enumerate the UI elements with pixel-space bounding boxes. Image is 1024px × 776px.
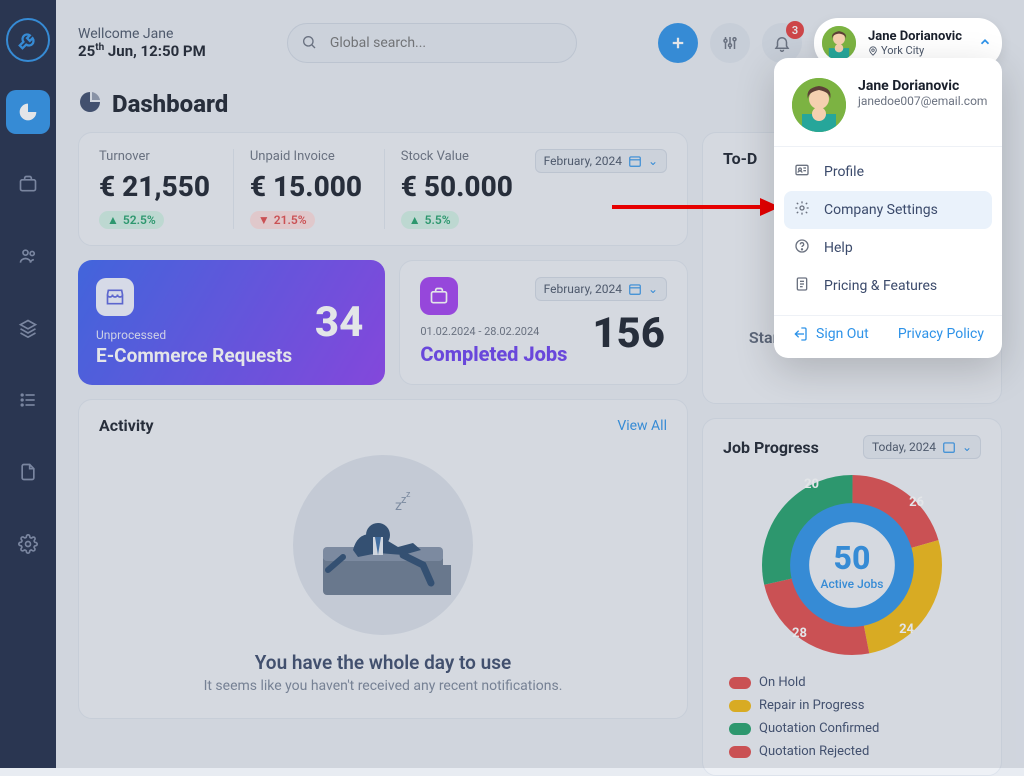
menu-company-settings[interactable]: Company Settings <box>784 191 992 229</box>
chevron-up-icon <box>978 34 992 53</box>
dashboard-icon <box>78 90 102 118</box>
document-icon <box>794 276 812 296</box>
donut-seg-4: 28 <box>792 626 807 641</box>
unpaid-value: € 15.000 <box>250 170 368 203</box>
menu-pricing[interactable]: Pricing & Features <box>784 267 992 305</box>
nav-settings[interactable] <box>6 522 50 566</box>
progress-title: Job Progress <box>723 438 819 457</box>
stock-value: € 50.000 <box>401 170 519 203</box>
donut-seg-3: 24 <box>899 622 914 637</box>
greeting-text: Wellcome Jane <box>78 26 206 42</box>
legend-repair: Repair in Progress <box>729 698 981 713</box>
activity-illustration: z z z <box>293 455 473 635</box>
active-jobs-count: 50 <box>821 539 884 577</box>
user-dropdown: Jane Dorianovic janedoe007@email.com Pro… <box>774 58 1002 358</box>
notification-badge: 3 <box>786 21 804 39</box>
dropdown-user-name: Jane Dorianovic <box>858 78 987 94</box>
briefcase-icon <box>420 277 458 315</box>
stock-label: Stock Value <box>401 149 519 164</box>
jobs-period-selector[interactable]: February, 2024 ⌄ <box>535 277 667 301</box>
view-all-link[interactable]: View All <box>617 418 667 434</box>
page-title: Dashboard <box>112 90 228 118</box>
activity-sub-text: It seems like you haven't received any r… <box>99 678 667 694</box>
ecommerce-card[interactable]: 34 Unprocessed E-Commerce Requests <box>78 260 385 385</box>
turnover-label: Turnover <box>99 149 217 164</box>
notifications-button[interactable]: 3 <box>762 23 802 63</box>
active-jobs-label: Active Jobs <box>821 577 884 591</box>
sign-out-link[interactable]: Sign Out <box>792 326 869 342</box>
dropdown-user-email: janedoe007@email.com <box>858 94 987 108</box>
id-card-icon <box>794 162 812 182</box>
user-name: Jane Dorianovic <box>868 29 962 44</box>
app-logo <box>6 18 50 62</box>
ecommerce-title: E-Commerce Requests <box>96 344 367 367</box>
dropdown-avatar <box>792 78 846 132</box>
donut-seg-2: 26 <box>909 495 924 510</box>
add-button[interactable] <box>658 23 698 63</box>
svg-text:z: z <box>406 490 411 500</box>
legend-quot-confirmed: Quotation Confirmed <box>729 721 981 736</box>
stats-card: February, 2024 ⌄ Turnover € 21,550 ▲ 52.… <box>78 132 688 246</box>
storefront-icon <box>96 278 134 316</box>
avatar <box>820 24 858 62</box>
menu-profile[interactable]: Profile <box>784 153 992 191</box>
donut-seg-1: 20 <box>804 477 819 492</box>
menu-help[interactable]: Help <box>784 229 992 267</box>
user-location: York City <box>868 44 962 57</box>
activity-main-text: You have the whole day to use <box>99 651 667 674</box>
unpaid-label: Unpaid Invoice <box>250 149 368 164</box>
todo-title: To-D <box>723 149 757 168</box>
sidebar <box>0 0 56 768</box>
jobs-count: 156 <box>592 309 665 358</box>
legend-quot-rejected: Quotation Rejected <box>729 744 981 759</box>
search-icon <box>301 34 317 54</box>
nav-layers[interactable] <box>6 306 50 350</box>
nav-people[interactable] <box>6 234 50 278</box>
stock-delta: ▲ 5.5% <box>401 211 459 229</box>
ecommerce-sub: Unprocessed <box>96 328 367 342</box>
donut-chart: 20 26 24 28 50 Active Jobs <box>752 465 952 665</box>
activity-title: Activity <box>99 416 154 435</box>
nav-document[interactable] <box>6 450 50 494</box>
help-icon <box>794 238 812 258</box>
progress-period-selector[interactable]: Today, 2024 ⌄ <box>863 435 981 459</box>
nav-list[interactable] <box>6 378 50 422</box>
nav-dashboard[interactable] <box>6 90 50 134</box>
privacy-policy-link[interactable]: Privacy Policy <box>898 326 984 342</box>
filter-button[interactable] <box>710 23 750 63</box>
header-datetime: 25th Jun, 12:50 PM <box>78 42 206 60</box>
search-input[interactable] <box>287 23 577 63</box>
legend-on-hold: On Hold <box>729 675 981 690</box>
turnover-delta: ▲ 52.5% <box>99 211 164 229</box>
unpaid-delta: ▼ 21.5% <box>250 211 315 229</box>
turnover-value: € 21,550 <box>99 170 217 203</box>
job-progress-card: Job Progress Today, 2024 ⌄ 20 26 <box>702 418 1002 776</box>
annotation-arrow <box>612 192 782 222</box>
completed-jobs-card[interactable]: February, 2024 ⌄ 156 01.02.2024 - 28.02.… <box>399 260 688 385</box>
gear-icon <box>794 200 812 220</box>
stats-period-selector[interactable]: February, 2024 ⌄ <box>535 149 667 173</box>
activity-card: Activity View All <box>78 399 688 719</box>
nav-briefcase[interactable] <box>6 162 50 206</box>
